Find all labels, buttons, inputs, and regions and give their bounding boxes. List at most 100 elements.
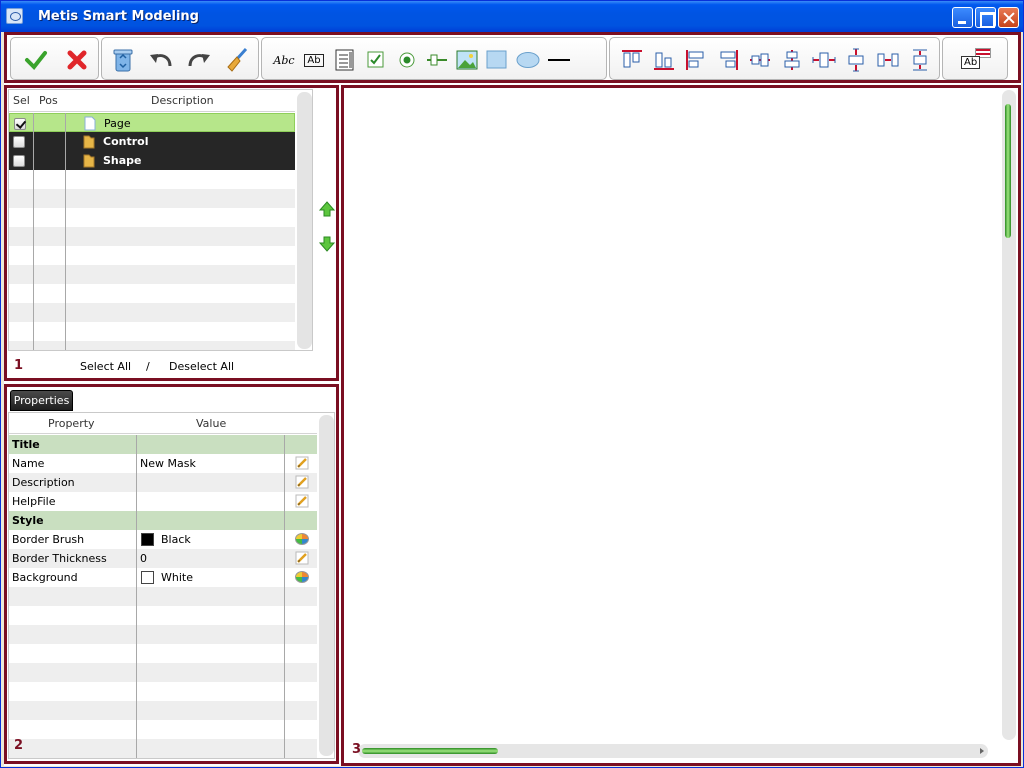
canvas-horizontal-scroll-thumb[interactable] <box>362 748 498 754</box>
ellipse-icon <box>516 52 540 68</box>
row-checkbox[interactable] <box>14 118 26 130</box>
property-row-border-thickness[interactable]: Border Thickness 0 <box>9 549 317 568</box>
column-header-pos[interactable]: Pos <box>39 90 58 112</box>
palette-icon[interactable] <box>295 571 309 583</box>
element-tree-panel: Sel Pos Description Page Control Shape 1… <box>4 85 339 381</box>
title-bar[interactable]: Metis Smart Modeling <box>1 1 1023 32</box>
insert-textbox-button[interactable]: Ab <box>301 47 327 73</box>
align-center-v-icon <box>784 50 800 70</box>
zone-number-properties: 2 <box>14 738 24 753</box>
zone-number-tree: 1 <box>14 358 24 373</box>
insert-rectangle-button[interactable] <box>484 47 510 73</box>
column-header-value[interactable]: Value <box>196 413 226 434</box>
align-bottom-button[interactable] <box>651 47 677 73</box>
properties-vertical-scrollbar[interactable] <box>319 415 334 756</box>
deselect-all-link[interactable]: Deselect All <box>169 360 234 373</box>
design-canvas[interactable] <box>345 89 1003 743</box>
radio-icon <box>399 52 415 68</box>
property-category-style[interactable]: Style <box>9 511 317 530</box>
distribute-vertical-button[interactable] <box>843 47 869 73</box>
property-label: Name <box>12 457 45 470</box>
empty-row <box>9 606 317 625</box>
property-value[interactable]: New Mask <box>140 454 196 473</box>
align-middle-button[interactable] <box>747 47 773 73</box>
empty-row <box>9 208 295 227</box>
scroll-right-icon[interactable] <box>979 747 985 755</box>
tree-row-page[interactable]: Page <box>9 113 295 132</box>
palette-icon[interactable] <box>295 533 309 545</box>
insert-slider-button[interactable] <box>424 47 450 73</box>
app-icon[interactable] <box>6 8 23 24</box>
pencil-icon[interactable] <box>295 551 309 565</box>
toolbar: 4 <box>4 32 1021 83</box>
tab-properties[interactable]: Properties <box>10 390 73 411</box>
minimize-button[interactable] <box>952 7 973 28</box>
tree-row-control[interactable]: Control <box>9 132 295 151</box>
row-checkbox[interactable] <box>13 155 25 167</box>
property-value[interactable]: Black <box>161 530 191 549</box>
cancel-icon <box>67 50 87 70</box>
canvas-vertical-scroll-thumb[interactable] <box>1005 104 1011 238</box>
column-divider <box>136 435 137 758</box>
insert-radio-button[interactable] <box>394 47 420 73</box>
column-header-description[interactable]: Description <box>151 90 214 112</box>
insert-ellipse-button[interactable] <box>515 47 541 73</box>
insert-line-button[interactable] <box>546 47 572 73</box>
tree-row-shape[interactable]: Shape <box>9 151 295 170</box>
column-header-property[interactable]: Property <box>48 413 95 434</box>
maximize-button[interactable] <box>975 7 996 28</box>
move-down-icon[interactable] <box>319 236 335 252</box>
tree-vertical-scrollbar[interactable] <box>297 92 312 349</box>
pencil-icon[interactable] <box>295 456 309 470</box>
align-bottom-icon <box>654 52 674 70</box>
same-height-button[interactable] <box>907 47 933 73</box>
close-button[interactable] <box>998 7 1019 28</box>
empty-row <box>9 265 295 284</box>
folder-icon <box>83 154 95 168</box>
distribute-h-icon <box>812 52 836 68</box>
insert-checkbox-button[interactable] <box>363 47 389 73</box>
empty-row <box>9 625 317 644</box>
cancel-button[interactable] <box>64 47 90 73</box>
undo-button[interactable] <box>148 47 174 73</box>
pencil-icon[interactable] <box>295 475 309 489</box>
rectangle-icon <box>486 50 507 69</box>
align-left-button[interactable] <box>683 47 709 73</box>
align-right-button[interactable] <box>715 47 741 73</box>
empty-row <box>9 701 317 720</box>
clean-button[interactable] <box>224 47 250 73</box>
insert-label-button[interactable]: Abc <box>271 47 297 73</box>
align-center-button[interactable] <box>779 47 805 73</box>
property-row-description[interactable]: Description <box>9 473 317 492</box>
align-top-button[interactable] <box>619 47 645 73</box>
property-row-border-brush[interactable]: Border Brush Black <box>9 530 317 549</box>
delete-button[interactable] <box>110 47 136 73</box>
property-value[interactable]: 0 <box>140 549 147 568</box>
canvas-horizontal-scrollbar[interactable] <box>358 744 988 758</box>
localize-button[interactable]: Ab <box>954 47 994 73</box>
redo-button[interactable] <box>186 47 212 73</box>
listbox-icon <box>335 49 354 71</box>
property-row-name[interactable]: Name New Mask <box>9 454 317 473</box>
same-width-button[interactable] <box>875 47 901 73</box>
select-all-link[interactable]: Select All <box>80 360 131 373</box>
property-grid-header: Property Value <box>9 413 317 434</box>
property-category-title[interactable]: Title <box>9 435 317 454</box>
insert-image-button[interactable] <box>454 47 480 73</box>
column-header-sel[interactable]: Sel <box>13 90 30 112</box>
pencil-icon[interactable] <box>295 494 309 508</box>
property-row-background[interactable]: Background White <box>9 568 317 587</box>
row-checkbox[interactable] <box>13 136 25 148</box>
align-middle-h-icon <box>750 53 770 67</box>
client-area: 4 <box>4 32 1021 766</box>
tree-row-label: Page <box>104 117 131 130</box>
property-value[interactable]: White <box>161 568 193 587</box>
insert-listbox-button[interactable] <box>332 47 358 73</box>
move-up-icon[interactable] <box>319 201 335 217</box>
distribute-horizontal-button[interactable] <box>811 47 837 73</box>
canvas-vertical-scrollbar[interactable] <box>1002 90 1016 740</box>
label-icon: Abc <box>273 53 295 67</box>
property-row-helpfile[interactable]: HelpFile <box>9 492 317 511</box>
empty-row <box>9 720 317 739</box>
ok-button[interactable] <box>23 47 49 73</box>
